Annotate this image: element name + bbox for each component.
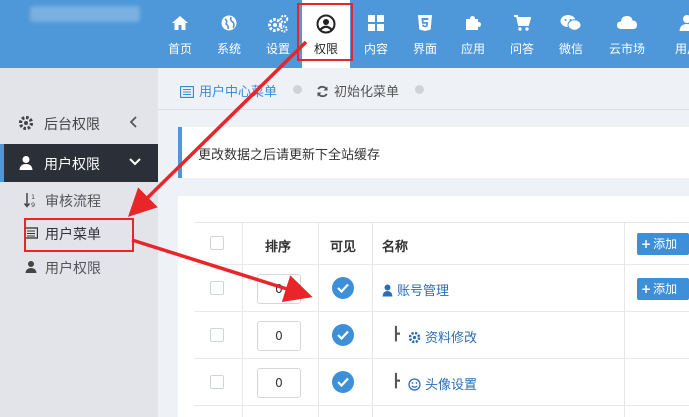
- nav-label: 内容: [363, 42, 388, 56]
- menu-name-link[interactable]: 账号管理: [382, 280, 449, 301]
- column-header-visible: 可见: [330, 240, 357, 255]
- sort-numeric-icon: 19: [23, 192, 38, 209]
- user-icon: [24, 259, 38, 275]
- wechat-icon: [547, 14, 595, 36]
- nav-item-content[interactable]: 内容: [352, 0, 400, 68]
- nav-label: 问答: [509, 42, 534, 56]
- grid-icon: [352, 14, 400, 36]
- tree-connector: ┣: [392, 327, 400, 342]
- nav-item-wechat[interactable]: 微信: [547, 0, 595, 68]
- nav-item-home[interactable]: 首页: [156, 0, 204, 68]
- nav-label: 用户: [674, 42, 689, 56]
- chevron-left-icon: [128, 115, 140, 129]
- visible-check-icon[interactable]: [332, 324, 354, 346]
- puzzle-icon: [449, 14, 497, 36]
- nav-item-interface[interactable]: 界面: [401, 0, 449, 68]
- row-checkbox[interactable]: [210, 281, 224, 295]
- tab-init-menu[interactable]: 初始化菜单: [316, 81, 399, 102]
- column-header-name: 名称: [382, 240, 409, 255]
- nav-item-cloud-market[interactable]: 云市场: [603, 0, 651, 68]
- order-input[interactable]: 0: [257, 321, 301, 351]
- nav-label: 系统: [216, 42, 241, 56]
- user-circle-icon: [302, 14, 350, 36]
- svg-text:1: 1: [31, 193, 35, 201]
- list-icon: [179, 85, 195, 102]
- select-all-checkbox[interactable]: [210, 236, 224, 250]
- nav-item-permission[interactable]: 权限: [302, 0, 350, 68]
- globe-icon: [205, 14, 253, 36]
- sidebar-item-user-menu[interactable]: 用户菜单: [0, 217, 158, 249]
- menu-name-link[interactable]: 头像设置: [408, 374, 477, 395]
- sidebar-item-label: 审核流程: [45, 194, 101, 210]
- nav-label: 应用: [460, 42, 485, 56]
- tab-label: 用户中心菜单: [199, 85, 278, 100]
- notice-box: 更改数据之后请更新下全站缓存: [178, 127, 689, 178]
- order-input[interactable]: 0: [257, 274, 301, 304]
- sidebar-group-user-permission[interactable]: 用户权限: [0, 144, 158, 182]
- notice-text: 更改数据之后请更新下全站缓存: [198, 148, 381, 163]
- row-checkbox[interactable]: [210, 375, 224, 389]
- nav-item-qa[interactable]: 问答: [498, 0, 546, 68]
- top-nav-bar: 首页 系统 设置 权限 内容 界面 应用 问答 微信 云市场 用: [0, 0, 689, 68]
- menu-name-link[interactable]: 资料修改: [408, 327, 477, 348]
- nav-label: 首页: [167, 42, 192, 56]
- table-row: 0 ┣ 头像设置: [194, 359, 689, 406]
- smile-icon: [408, 378, 421, 395]
- sidebar-item-label: 用户权限: [45, 261, 101, 277]
- user-icon: [382, 284, 393, 301]
- add-top-menu-button[interactable]: + 添加: [637, 233, 689, 255]
- sidebar: 后台权限 用户权限 19 审核流程 用户菜单 用户权限: [0, 68, 158, 417]
- breadcrumb-separator: [415, 85, 424, 94]
- table-row: 0 账号管理 + 添加: [194, 265, 689, 312]
- tab-label: 初始化菜单: [334, 85, 400, 100]
- nav-item-settings[interactable]: 设置: [254, 0, 302, 68]
- sidebar-group-label: 后台权限: [44, 117, 100, 133]
- html5-icon: [401, 14, 449, 36]
- sidebar-group-label: 用户权限: [44, 157, 100, 173]
- gear-icon: [408, 331, 421, 348]
- breadcrumb-separator: [293, 85, 302, 94]
- list-icon: [23, 225, 39, 241]
- visible-check-icon[interactable]: [332, 371, 354, 393]
- refresh-icon: [316, 85, 329, 102]
- order-input[interactable]: 0: [257, 368, 301, 398]
- nav-item-apps[interactable]: 应用: [449, 0, 497, 68]
- nav-item-user[interactable]: 用户: [663, 0, 689, 68]
- table-header-row: 排序 可见 名称 + 添加: [194, 223, 689, 265]
- sidebar-item-user-permission[interactable]: 用户权限: [0, 251, 158, 283]
- table-row: 0 ┣ 资料修改: [194, 312, 689, 359]
- cart-icon: [498, 14, 546, 36]
- user-icon: [663, 14, 689, 36]
- gears-icon: [254, 14, 302, 36]
- add-submenu-button[interactable]: + 添加: [637, 278, 689, 300]
- cloud-icon: [603, 14, 651, 36]
- svg-text:9: 9: [31, 201, 35, 208]
- nav-label: 权限: [313, 42, 338, 56]
- tab-user-center-menu[interactable]: 用户中心菜单: [179, 81, 278, 102]
- visible-check-icon[interactable]: [332, 277, 354, 299]
- chevron-down-icon: [128, 155, 141, 169]
- gear-icon: [18, 115, 34, 131]
- sidebar-group-admin-permission[interactable]: 后台权限: [0, 104, 158, 142]
- site-logo: [30, 6, 140, 22]
- sidebar-item-review-flow[interactable]: 19 审核流程: [0, 184, 158, 216]
- row-checkbox[interactable]: [210, 328, 224, 342]
- column-header-order: 排序: [265, 240, 292, 255]
- sidebar-item-label: 用户菜单: [45, 227, 101, 243]
- nav-label: 云市场: [608, 42, 645, 56]
- user-icon: [18, 155, 34, 171]
- home-icon: [156, 14, 204, 36]
- breadcrumb: 用户中心菜单 初始化菜单: [158, 68, 689, 110]
- menu-table: 排序 可见 名称 + 添加 0 账号管理 + 添加 0 ┣ 资料修改 0 ┣ 头…: [194, 222, 689, 417]
- nav-label: 微信: [558, 42, 583, 56]
- tree-connector: ┣: [392, 374, 400, 389]
- nav-item-system[interactable]: 系统: [205, 0, 253, 68]
